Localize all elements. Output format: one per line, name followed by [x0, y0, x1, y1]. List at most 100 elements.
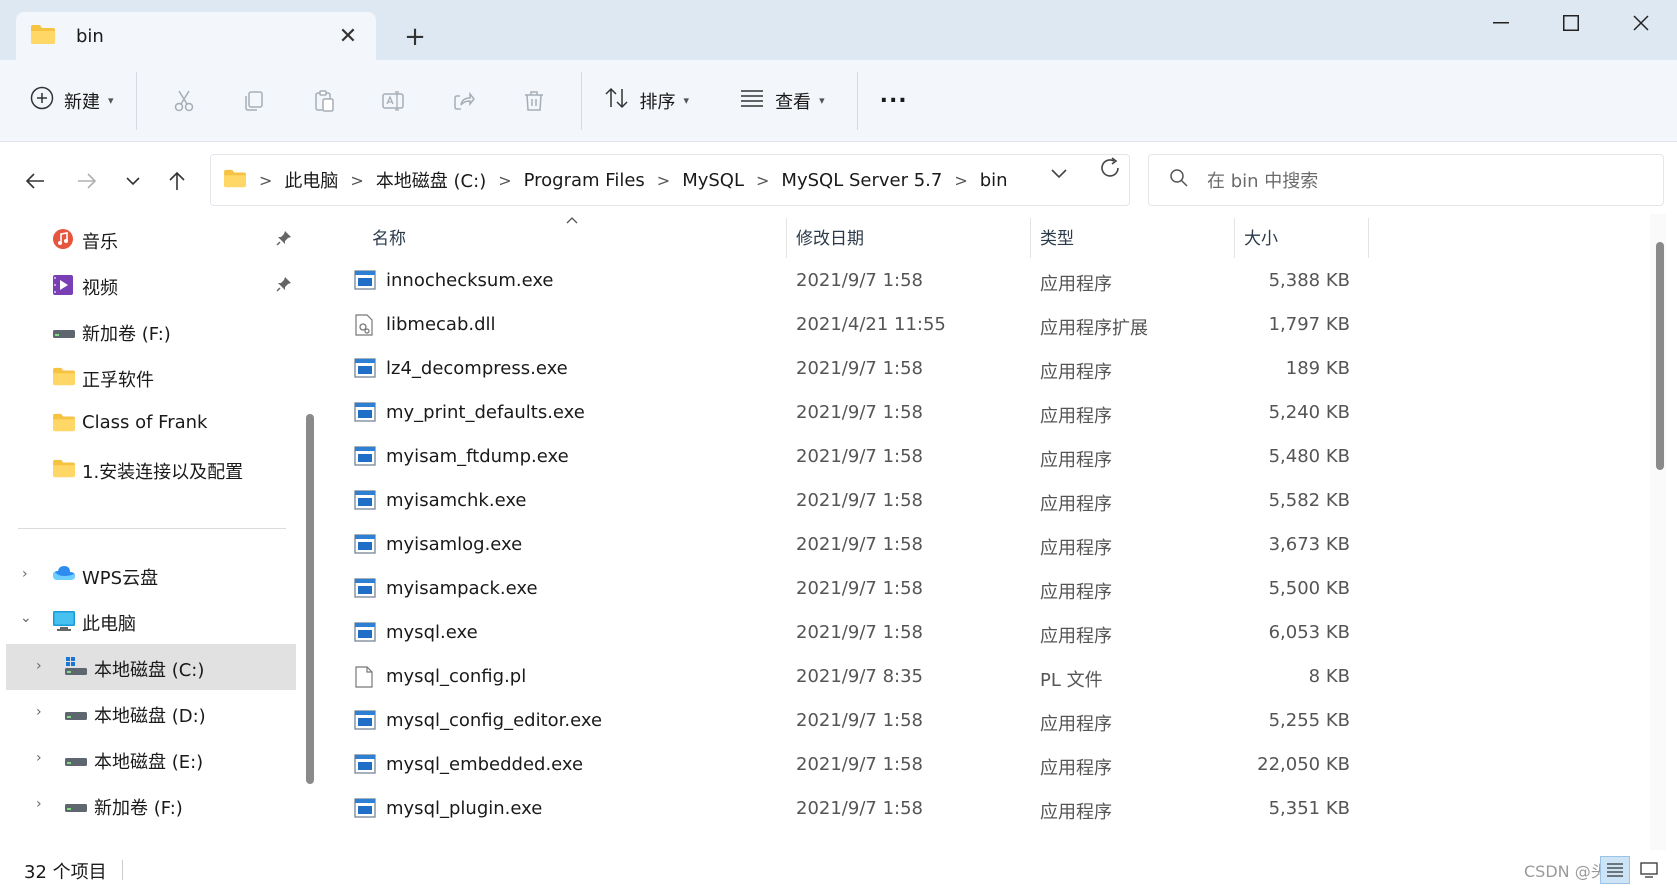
file-date: 2021/9/7 1:58 — [796, 358, 923, 379]
sidebar-item-drive-f-tree[interactable]: › 新加卷 (F:) — [0, 782, 300, 828]
minimize-icon[interactable] — [1466, 0, 1536, 46]
table-row[interactable]: myisamchk.exe 2021/9/7 1:58 应用程序 5,582 KB — [324, 478, 1350, 524]
file-type: 应用程序 — [1040, 494, 1112, 515]
column-divider[interactable] — [1030, 218, 1031, 258]
forward-arrow-icon[interactable] — [70, 164, 104, 198]
breadcrumb-mysql[interactable]: MySQL — [682, 170, 744, 191]
column-header-size[interactable]: 大小 — [1244, 214, 1278, 258]
more-options-button[interactable]: ... — [870, 77, 918, 125]
copy-icon[interactable] — [219, 77, 289, 125]
file-date: 2021/9/7 8:35 — [796, 666, 923, 687]
delete-icon[interactable] — [499, 77, 569, 125]
file-size: 5,240 KB — [1268, 402, 1350, 423]
rename-icon[interactable] — [359, 77, 429, 125]
file-name: mysql_plugin.exe — [386, 798, 543, 819]
table-row[interactable]: libmecab.dll 2021/4/21 11:55 应用程序扩展 1,797 K… — [324, 302, 1350, 348]
back-arrow-icon[interactable] — [18, 164, 52, 198]
address-dropdown-icon[interactable] — [1050, 164, 1068, 185]
chevron-down-icon[interactable]: ⌄ — [20, 610, 32, 626]
more-icon: ... — [879, 83, 908, 108]
sidebar-item-drive-e[interactable]: › 本地磁盘 (E:) — [0, 736, 300, 782]
sort-button[interactable]: 排序 ▾ — [594, 77, 700, 125]
share-icon[interactable] — [429, 77, 499, 125]
table-row[interactable]: mysql_config_editor.exe 2021/9/7 1:58 应用程序… — [324, 698, 1350, 744]
column-divider[interactable] — [1234, 218, 1235, 258]
search-box[interactable]: 在 bin 中搜索 — [1148, 154, 1664, 206]
paste-icon[interactable] — [289, 77, 359, 125]
address-bar[interactable]: > 此电脑 > 本地磁盘 (C:) > Program Files > MySQ… — [210, 154, 1130, 206]
chevron-right-icon[interactable]: › — [36, 796, 42, 812]
breadcrumb-separator: > — [656, 170, 671, 190]
new-button[interactable]: 新建 ▾ — [20, 77, 124, 125]
table-row[interactable]: lz4_decompress.exe 2021/9/7 1:58 应用程序 189 K… — [324, 346, 1350, 392]
chevron-right-icon[interactable]: › — [36, 658, 42, 674]
table-row[interactable]: mysql_config.pl 2021/9/7 8:35 PL 文件 8 KB — [324, 654, 1350, 700]
exe-icon — [354, 358, 376, 383]
drive-icon — [52, 324, 76, 345]
sidebar-item-install-config[interactable]: 1.安装连接以及配置 — [0, 446, 300, 492]
up-arrow-icon[interactable] — [160, 164, 194, 198]
table-row[interactable]: mysql_plugin.exe 2021/9/7 1:58 应用程序 5,351 K… — [324, 786, 1350, 832]
chevron-right-icon[interactable]: › — [36, 704, 42, 720]
table-row[interactable]: myisam_ftdump.exe 2021/9/7 1:58 应用程序 5,480 … — [324, 434, 1350, 480]
breadcrumb-bin[interactable]: bin — [980, 170, 1008, 191]
file-size: 22,050 KB — [1257, 754, 1350, 775]
file-name: libmecab.dll — [386, 314, 496, 335]
sidebar-item-label: 本地磁盘 (C:) — [94, 660, 205, 681]
breadcrumb-drive-c[interactable]: 本地磁盘 (C:) — [376, 167, 486, 193]
new-tab-button[interactable]: + — [398, 20, 432, 54]
table-row[interactable]: innochecksum.exe 2021/9/7 1:58 应用程序 5,388 K… — [324, 258, 1350, 304]
folder-icon — [52, 458, 76, 483]
view-label: 查看 — [775, 91, 812, 113]
sidebar-item-class-of-frank[interactable]: Class of Frank — [0, 400, 300, 446]
maximize-icon[interactable] — [1536, 0, 1606, 46]
breadcrumb-program-files[interactable]: Program Files — [524, 170, 645, 191]
refresh-icon[interactable] — [1098, 156, 1122, 185]
file-list-scrollbar-thumb[interactable] — [1656, 242, 1664, 470]
tab-title: bin — [76, 25, 104, 47]
column-header-name[interactable]: 名称 — [372, 214, 406, 258]
table-row[interactable]: myisampack.exe 2021/9/7 1:58 应用程序 5,500 KB — [324, 566, 1350, 612]
file-name: myisam_ftdump.exe — [386, 446, 569, 467]
sidebar-item-drive-d[interactable]: › 本地磁盘 (D:) — [0, 690, 300, 736]
sidebar-item-zhengfu[interactable]: 正孚软件 — [0, 354, 300, 400]
close-tab-icon[interactable]: ✕ — [334, 22, 362, 50]
file-type: 应用程序 — [1040, 274, 1112, 295]
sidebar-item-music[interactable]: 音乐 — [0, 216, 300, 262]
sidebar-item-this-pc[interactable]: ⌄ 此电脑 — [0, 598, 300, 644]
recent-chevron-icon[interactable] — [116, 164, 150, 198]
chevron-right-icon[interactable]: › — [36, 750, 42, 766]
sidebar-item-video[interactable]: 视频 — [0, 262, 300, 308]
file-name: mysql.exe — [386, 622, 478, 643]
folder-icon — [52, 412, 76, 437]
file-size: 5,351 KB — [1268, 798, 1350, 819]
exe-icon — [354, 710, 376, 735]
breadcrumb-this-pc[interactable]: 此电脑 — [284, 167, 338, 193]
tab-bin[interactable]: bin ✕ — [16, 12, 376, 60]
column-divider[interactable] — [1368, 218, 1369, 258]
table-row[interactable]: mysql.exe 2021/9/7 1:58 应用程序 6,053 KB — [324, 610, 1350, 656]
toolbar-divider — [580, 71, 582, 130]
tiles-view-icon[interactable] — [1634, 856, 1664, 884]
view-button[interactable]: 查看 ▾ — [729, 77, 835, 125]
sidebar-scrollbar[interactable] — [306, 414, 314, 784]
chevron-right-icon[interactable]: › — [22, 566, 28, 582]
breadcrumb-mysql-server[interactable]: MySQL Server 5.7 — [781, 170, 942, 191]
column-divider[interactable] — [786, 218, 787, 258]
sidebar-item-drive-c[interactable]: › 本地磁盘 (C:) — [6, 644, 296, 690]
cut-icon[interactable] — [149, 77, 219, 125]
table-row[interactable]: my_print_defaults.exe 2021/9/7 1:58 应用程序 5,… — [324, 390, 1350, 436]
column-header-date[interactable]: 修改日期 — [796, 214, 864, 258]
table-row[interactable]: myisamlog.exe 2021/9/7 1:58 应用程序 3,673 KB — [324, 522, 1350, 568]
details-view-icon[interactable] — [1600, 856, 1630, 884]
column-header-type[interactable]: 类型 — [1040, 214, 1074, 258]
sort-ascending-icon — [566, 214, 578, 228]
table-row[interactable]: mysql_embedded.exe 2021/9/7 1:58 应用程序 22,05… — [324, 742, 1350, 788]
file-type: 应用程序 — [1040, 362, 1112, 383]
sidebar-item-wps-cloud[interactable]: › WPS云盘 — [0, 552, 300, 598]
search-input[interactable]: 在 bin 中搜索 — [1207, 167, 1318, 193]
close-window-icon[interactable] — [1606, 0, 1676, 46]
sidebar-item-drive-f[interactable]: 新加卷 (F:) — [0, 308, 300, 354]
exe-icon — [354, 622, 376, 647]
sidebar-item-label: 视频 — [82, 278, 118, 299]
